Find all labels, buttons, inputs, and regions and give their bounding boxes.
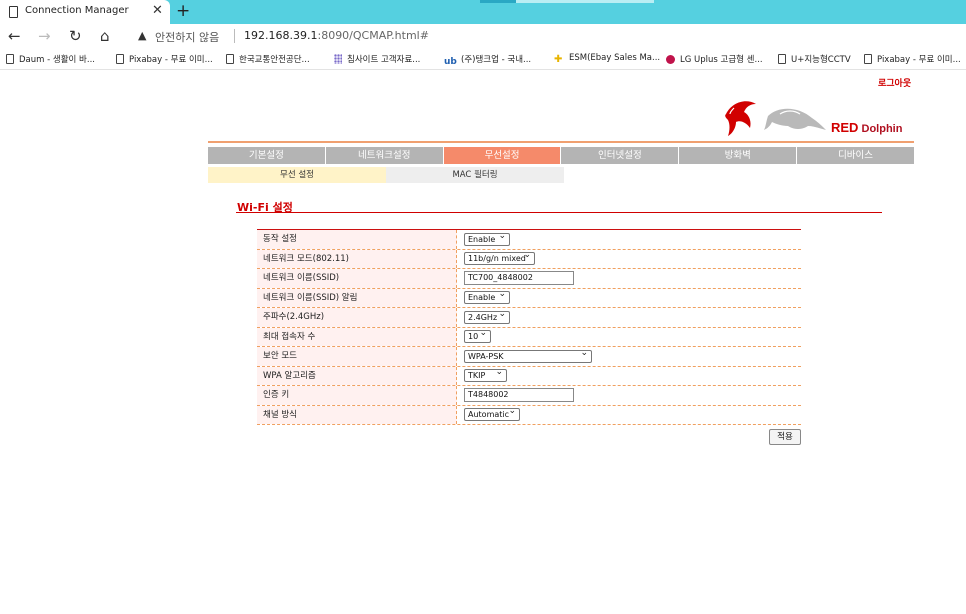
bookmark-label: (주)탱크업 - 국내... [461, 55, 532, 65]
bookmark-item[interactable]: Pixabay - 무료 이미... [864, 53, 961, 65]
brand-red: RED [831, 120, 859, 135]
security-mode-select[interactable]: WPA-PSK [464, 348, 592, 363]
frequency-select[interactable]: 2.4GHz [464, 309, 510, 324]
page-icon [9, 6, 18, 18]
setting-label: 채널 방식 [257, 405, 457, 424]
setting-label: 주파수(2.4GHz) [257, 308, 457, 327]
network-mode-select[interactable]: 11b/g/n mixed [464, 250, 535, 266]
back-icon[interactable]: ← [8, 27, 21, 45]
setting-label: 동작 설정 [257, 230, 457, 249]
setting-label: WPA 알고리즘 [257, 366, 457, 385]
menu-network-settings[interactable]: 네트워크설정 [325, 147, 444, 164]
bookmark-label: LG Uplus 고급형 센... [680, 55, 763, 65]
bookmark-item[interactable]: ub (주)탱크업 - 국내... [444, 53, 531, 67]
table-row: 채널 방식 Automatic [257, 405, 801, 425]
auth-key-input[interactable]: T4848002 [464, 388, 574, 403]
bookmark-item[interactable]: U+지능형CCTV [778, 53, 851, 65]
table-row: 네트워크 이름(SSID) 알림 Enable [257, 288, 801, 308]
setting-label: 네트워크 모드(802.11) [257, 249, 457, 268]
brand-name: RED Dolphin [831, 120, 902, 135]
setting-label: 네트워크 이름(SSID) 알림 [257, 288, 457, 307]
forward-icon[interactable]: → [38, 27, 51, 45]
ub-icon: ub [444, 57, 457, 67]
address-bar[interactable]: 192.168.39.1:8090/QCMAP.html# [244, 29, 429, 42]
submenu-wireless-settings[interactable]: 무선 설정 [208, 167, 386, 183]
sub-menu: 무선 설정 MAC 필터링 [208, 167, 564, 183]
bookmarks-bar: Daum - 생활이 바... Pixabay - 무료 이미... 한국교통안… [0, 48, 966, 70]
operation-select[interactable]: Enable [464, 231, 510, 246]
apply-button[interactable]: 적용 [769, 429, 801, 445]
page-icon [226, 54, 234, 64]
table-row: 네트워크 이름(SSID) TC700_4848002 [257, 269, 801, 289]
bookmark-item[interactable]: 한국교통안전공단... [226, 53, 310, 65]
brand-dolphin: Dolphin [861, 123, 903, 135]
logout-link[interactable]: 로그아웃 [878, 76, 911, 89]
browser-toolbar: ← → ↻ ⌂ ▲ 안전하지 않음 192.168.39.1:8090/QCMA… [0, 24, 966, 48]
setting-label: 최대 접속자 수 [257, 327, 457, 346]
esm-icon: ✚ [554, 54, 563, 65]
table-row: 동작 설정 Enable [257, 230, 801, 250]
bookmark-label: 침사이트 고객자료... [347, 55, 421, 65]
tab-strip-light [516, 0, 654, 3]
table-row: 인증 키 T4848002 [257, 386, 801, 406]
bookmark-item[interactable]: Pixabay - 무료 이미... [116, 53, 213, 65]
dolphin-logo-icon [725, 101, 826, 136]
security-label[interactable]: 안전하지 않음 [155, 29, 219, 45]
bookmark-item[interactable]: ✚ ESM(Ebay Sales Ma... [554, 53, 660, 65]
wpa-algorithm-select[interactable]: TKIP [464, 367, 507, 383]
bookmark-label: Pixabay - 무료 이미... [877, 55, 961, 65]
bookmark-label: ESM(Ebay Sales Ma... [569, 53, 661, 63]
logo: RED Dolphin [722, 96, 917, 140]
tab-strip-highlight [480, 0, 516, 3]
url-host: 192.168.39.1 [244, 29, 318, 42]
url-path: :8090/QCMAP.html# [317, 29, 429, 42]
page-icon [6, 54, 14, 64]
table-row: 최대 접속자 수 10 [257, 327, 801, 347]
setting-label: 보안 모드 [257, 347, 457, 366]
warning-icon[interactable]: ▲ [138, 29, 146, 42]
channel-mode-select[interactable]: Automatic [464, 406, 520, 422]
bookmark-label: 한국교통안전공단... [239, 55, 310, 65]
header-divider [208, 141, 914, 143]
page-icon [778, 54, 786, 64]
menu-wireless-settings[interactable]: 무선설정 [443, 147, 562, 164]
tab-title: Connection Manager [25, 5, 129, 16]
page-icon [864, 54, 872, 64]
address-divider [234, 29, 235, 43]
bookmark-label: Pixabay - 무료 이미... [129, 55, 213, 65]
table-row: 주파수(2.4GHz) 2.4GHz [257, 308, 801, 328]
new-tab-button[interactable]: + [176, 1, 190, 21]
ssid-input[interactable]: TC700_4848002 [464, 271, 574, 286]
menu-basic-settings[interactable]: 기본설정 [208, 147, 326, 164]
table-row: 보안 모드 WPA-PSK [257, 347, 801, 367]
bookmark-item[interactable]: Daum - 생활이 바... [6, 53, 95, 65]
menu-firewall[interactable]: 방화벽 [679, 147, 798, 164]
table-row: 네트워크 모드(802.11) 11b/g/n mixed [257, 249, 801, 269]
section-divider [236, 212, 882, 213]
grid-icon [334, 54, 342, 64]
menu-device[interactable]: 디바이스 [797, 147, 914, 164]
page-icon [116, 54, 124, 64]
ssid-broadcast-select[interactable]: Enable [464, 289, 510, 305]
home-icon[interactable]: ⌂ [100, 27, 110, 45]
close-icon[interactable]: ✕ [152, 3, 163, 18]
table-row: WPA 알고리즘 TKIP [257, 366, 801, 386]
menu-internet-settings[interactable]: 인터넷설정 [561, 147, 680, 164]
reload-icon[interactable]: ↻ [69, 27, 82, 45]
submenu-mac-filtering[interactable]: MAC 필터링 [386, 167, 564, 183]
bookmark-label: U+지능형CCTV [791, 55, 851, 65]
browser-tab[interactable]: Connection Manager ✕ [0, 0, 170, 24]
bookmark-label: Daum - 생활이 바... [19, 55, 95, 65]
wifi-settings-table: 동작 설정 Enable 네트워크 모드(802.11) 11b/g/n mix… [257, 229, 801, 425]
main-menu: 기본설정 네트워크설정 무선설정 인터넷설정 방화벽 디바이스 [208, 147, 914, 164]
browser-tab-strip: Connection Manager ✕ + [0, 0, 966, 24]
lg-icon [666, 55, 675, 64]
setting-label: 인증 키 [257, 386, 457, 405]
bookmark-item[interactable]: 침사이트 고객자료... [334, 53, 420, 65]
setting-label: 네트워크 이름(SSID) [257, 269, 457, 288]
max-clients-select[interactable]: 10 [464, 328, 491, 344]
bookmark-item[interactable]: LG Uplus 고급형 센... [666, 53, 763, 65]
